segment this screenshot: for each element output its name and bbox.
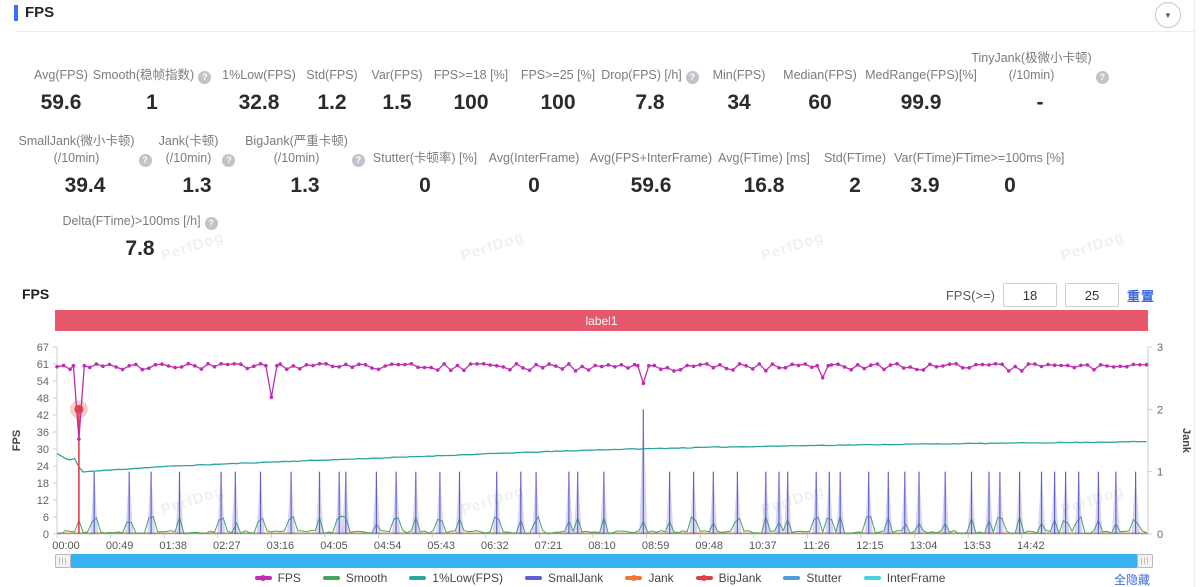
svg-text:13:04: 13:04: [910, 540, 938, 552]
legend-label: BigJank: [719, 571, 762, 585]
legend-label: FPS: [278, 571, 301, 585]
legend-label: SmallJank: [548, 571, 603, 585]
chevron-down-icon: ▼: [1164, 11, 1172, 20]
svg-text:24: 24: [37, 461, 49, 473]
svg-text:02:27: 02:27: [213, 540, 241, 552]
svg-text:67: 67: [37, 342, 49, 354]
legend-label: InterFrame: [887, 571, 946, 585]
legend-item-jank[interactable]: Jank: [625, 571, 673, 585]
fps-threshold-input-1[interactable]: [1003, 283, 1057, 307]
legend-marker: [409, 576, 426, 580]
svg-text:54: 54: [37, 376, 49, 388]
chart-section-title: FPS: [22, 286, 49, 302]
svg-text:0: 0: [43, 529, 49, 541]
legend-label: Smooth: [346, 571, 387, 585]
header-divider: [16, 31, 1194, 32]
svg-text:04:05: 04:05: [320, 540, 348, 552]
svg-text:1: 1: [1157, 467, 1163, 479]
svg-text:12: 12: [37, 495, 49, 507]
legend-item-smooth[interactable]: Smooth: [323, 571, 387, 585]
hide-all-link[interactable]: 全隐藏: [1114, 571, 1150, 587]
svg-text:09:48: 09:48: [695, 540, 723, 552]
header-accent-bar: [14, 5, 18, 21]
svg-text:08:10: 08:10: [588, 540, 616, 552]
svg-text:Jank: Jank: [1180, 428, 1192, 454]
legend-item-1lowfps[interactable]: 1%Low(FPS): [409, 571, 503, 585]
svg-text:48: 48: [37, 393, 49, 405]
svg-text:18: 18: [37, 478, 49, 490]
legend-marker: [255, 576, 272, 580]
legend-marker: [323, 576, 340, 580]
legend-marker: [783, 576, 800, 580]
metric-value: 0: [915, 174, 1105, 198]
chart-scrollbar: ||| |||: [55, 554, 1153, 568]
svg-text:07:21: 07:21: [535, 540, 563, 552]
metric-cell: TinyJank(极微小卡顿) (/10min)? -: [945, 50, 1135, 115]
help-icon[interactable]: ?: [205, 217, 218, 230]
svg-text:06:32: 06:32: [481, 540, 509, 552]
legend-item-smalljank[interactable]: SmallJank: [525, 571, 603, 585]
metric-value: 7.8: [45, 237, 235, 261]
svg-text:2: 2: [1157, 404, 1163, 416]
svg-text:10:37: 10:37: [749, 540, 777, 552]
metric-cell: FTime>=100ms [%] 0: [915, 133, 1105, 198]
svg-text:04:54: 04:54: [374, 540, 402, 552]
fps-panel: FPS ▼ Avg(FPS) 59.6 Smooth(稳帧指数)? 1 1%Lo…: [0, 0, 1203, 587]
help-icon[interactable]: ?: [1096, 71, 1109, 84]
svg-text:42: 42: [37, 410, 49, 422]
svg-text:11:26: 11:26: [803, 540, 830, 552]
panel-title: FPS: [25, 4, 54, 21]
svg-text:36: 36: [37, 427, 49, 439]
legend-item-fps[interactable]: FPS: [255, 571, 301, 585]
scrollbar-left-handle[interactable]: |||: [55, 554, 71, 568]
fps-threshold-label: FPS(>=): [946, 288, 995, 303]
legend-marker: [864, 576, 881, 580]
watermark-text: PerfDog: [459, 228, 526, 264]
svg-text:0: 0: [1157, 529, 1163, 541]
label-band[interactable]: label1: [55, 310, 1148, 331]
legend-marker: [525, 576, 542, 580]
metric-label: Delta(FTime)>100ms [/h]?: [45, 196, 235, 230]
svg-text:01:38: 01:38: [159, 540, 187, 552]
reset-button[interactable]: 重置: [1127, 286, 1155, 305]
svg-text:08:59: 08:59: [642, 540, 670, 552]
legend-item-bigjank[interactable]: BigJank: [696, 571, 762, 585]
metric-value: -: [945, 91, 1135, 115]
svg-text:3: 3: [1157, 342, 1163, 354]
fps-threshold-controls: FPS(>=) 重置: [946, 283, 1155, 307]
fps-chart-plot[interactable]: 6761544842363024181260321000:0000:4901:3…: [0, 338, 1203, 560]
legend-label: Jank: [648, 571, 673, 585]
legend-marker: [696, 576, 713, 580]
collapse-button[interactable]: ▼: [1155, 2, 1181, 28]
scrollbar-right-handle[interactable]: |||: [1137, 554, 1153, 568]
svg-text:00:49: 00:49: [106, 540, 134, 552]
fps-threshold-input-2[interactable]: [1065, 283, 1119, 307]
svg-text:FPS: FPS: [11, 430, 23, 451]
legend-label: 1%Low(FPS): [432, 571, 503, 585]
watermark-text: PerfDog: [759, 228, 826, 264]
legend-marker: [625, 576, 642, 580]
svg-text:13:53: 13:53: [963, 540, 991, 552]
svg-text:6: 6: [43, 512, 49, 524]
svg-text:30: 30: [37, 444, 49, 456]
svg-text:14:42: 14:42: [1017, 540, 1045, 552]
svg-text:05:43: 05:43: [427, 540, 455, 552]
watermark-text: PerfDog: [1059, 228, 1126, 264]
panel-header: FPS: [14, 4, 54, 21]
svg-text:00:00: 00:00: [52, 540, 80, 552]
svg-text:61: 61: [37, 359, 49, 371]
metric-cell: Delta(FTime)>100ms [/h]? 7.8: [45, 196, 235, 261]
legend-item-stutter[interactable]: Stutter: [783, 571, 841, 585]
legend-item-interframe[interactable]: InterFrame: [864, 571, 946, 585]
chart-legend: FPS Smooth 1%Low(FPS) SmallJank Jank Big…: [150, 571, 1050, 585]
label-band-text: label1: [585, 314, 617, 328]
metric-label: FTime>=100ms [%]: [915, 133, 1105, 167]
scrollbar-track[interactable]: [71, 554, 1137, 568]
svg-text:12:15: 12:15: [856, 540, 884, 552]
legend-label: Stutter: [806, 571, 841, 585]
svg-text:03:16: 03:16: [267, 540, 295, 552]
metric-label: TinyJank(极微小卡顿) (/10min)?: [945, 50, 1135, 84]
